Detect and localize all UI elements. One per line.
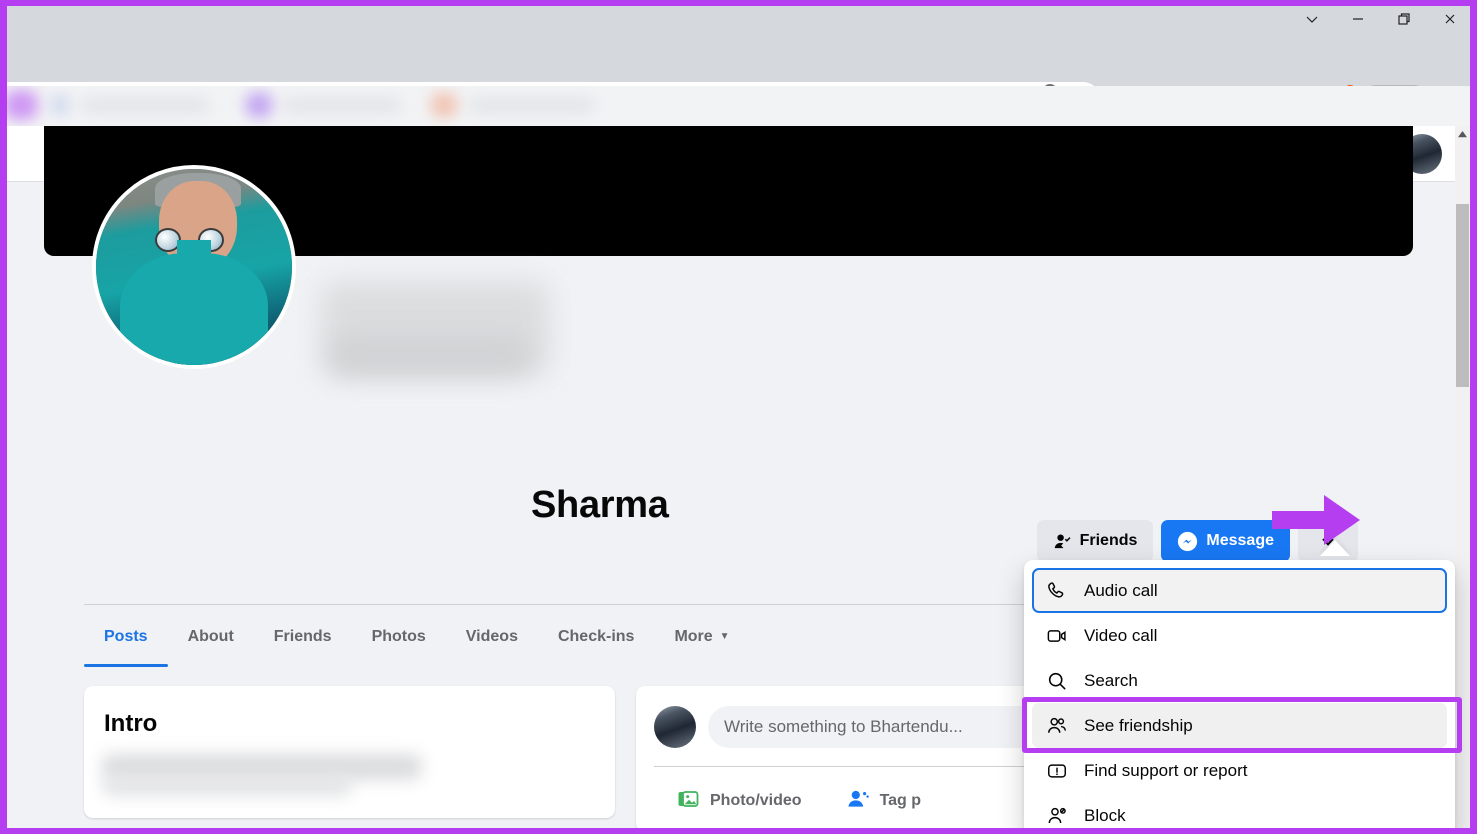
profile-picture[interactable] bbox=[92, 165, 296, 369]
menu-item-see-friendship[interactable]: See friendship bbox=[1032, 703, 1447, 748]
tab-photos[interactable]: Photos bbox=[352, 607, 446, 667]
video-camera-icon bbox=[1044, 623, 1070, 649]
menu-item-block-label: Block bbox=[1084, 806, 1126, 826]
menu-item-video-call[interactable]: Video call bbox=[1032, 613, 1447, 658]
annotation-border-right bbox=[1470, 0, 1477, 834]
vertical-scrollbar[interactable] bbox=[1455, 126, 1470, 834]
page-title: Sharma bbox=[531, 484, 669, 527]
menu-item-audio-call-label: Audio call bbox=[1084, 581, 1158, 601]
photo-video-label: Photo/video bbox=[710, 792, 802, 810]
menu-item-search-label: Search bbox=[1084, 671, 1138, 691]
menu-item-search[interactable]: Search bbox=[1032, 658, 1447, 703]
browser-toolbar: k.com/profile.php?id=100011608065921 bbox=[0, 37, 1477, 86]
annotation-border-bottom bbox=[0, 828, 1477, 834]
chevron-down-icon: ▼ bbox=[720, 631, 730, 642]
friends-button[interactable]: Friends bbox=[1037, 520, 1154, 562]
tab-photos-label: Photos bbox=[372, 628, 426, 646]
photo-video-button[interactable]: Photo/video bbox=[654, 781, 824, 821]
blurred-name-redaction-2 bbox=[330, 336, 530, 376]
warning-icon bbox=[1044, 758, 1070, 784]
menu-item-video-call-label: Video call bbox=[1084, 626, 1157, 646]
scrollbar-thumb[interactable] bbox=[1456, 204, 1469, 387]
search-icon bbox=[1044, 668, 1070, 694]
friends-button-label: Friends bbox=[1080, 532, 1138, 550]
tab-more[interactable]: More ▼ bbox=[654, 607, 749, 667]
profile-tabs: Posts About Friends Photos Videos Check-… bbox=[84, 605, 750, 668]
block-user-icon bbox=[1044, 803, 1070, 829]
bookmarks-bar-blurred[interactable] bbox=[0, 86, 1477, 126]
tag-people-button[interactable]: Tag p bbox=[824, 781, 943, 821]
menu-item-see-friendship-label: See friendship bbox=[1084, 716, 1193, 736]
dropdown-caret bbox=[1320, 540, 1350, 556]
menu-item-audio-call[interactable]: Audio call bbox=[1032, 568, 1447, 613]
menu-item-find-support-or-report[interactable]: Find support or report bbox=[1032, 748, 1447, 793]
tab-videos[interactable]: Videos bbox=[446, 607, 538, 667]
message-button-label: Message bbox=[1206, 532, 1274, 550]
tab-more-label: More bbox=[674, 628, 712, 646]
tab-posts[interactable]: Posts bbox=[84, 607, 168, 667]
tab-about[interactable]: About bbox=[168, 607, 254, 667]
message-button[interactable]: Message bbox=[1161, 520, 1290, 562]
tag-people-label: Tag p bbox=[880, 792, 921, 810]
annotation-border-top bbox=[0, 0, 1477, 6]
tag-people-icon bbox=[846, 787, 870, 816]
phone-icon bbox=[1044, 578, 1070, 604]
people-icon bbox=[1044, 713, 1070, 739]
menu-item-find-support-label: Find support or report bbox=[1084, 761, 1247, 781]
scroll-up-arrow-icon[interactable] bbox=[1455, 126, 1470, 143]
avatar[interactable] bbox=[654, 706, 696, 748]
intro-card: Intro bbox=[84, 686, 615, 818]
intro-blurred-text-2 bbox=[102, 776, 352, 796]
tab-videos-label: Videos bbox=[466, 628, 518, 646]
tab-friends-label: Friends bbox=[274, 628, 332, 646]
tab-check-ins[interactable]: Check-ins bbox=[538, 607, 654, 667]
annotation-border-left bbox=[0, 0, 7, 834]
intro-title: Intro bbox=[104, 710, 157, 738]
tab-check-ins-label: Check-ins bbox=[558, 628, 634, 646]
profile-options-dropdown: Audio call Video call Search bbox=[1024, 560, 1455, 834]
screenshot-root: k.com/profile.php?id=100011608065921 bbox=[0, 0, 1477, 834]
tab-friends[interactable]: Friends bbox=[254, 607, 352, 667]
photo-video-icon bbox=[676, 787, 700, 816]
tab-posts-label: Posts bbox=[104, 628, 148, 646]
tab-about-label: About bbox=[188, 628, 234, 646]
